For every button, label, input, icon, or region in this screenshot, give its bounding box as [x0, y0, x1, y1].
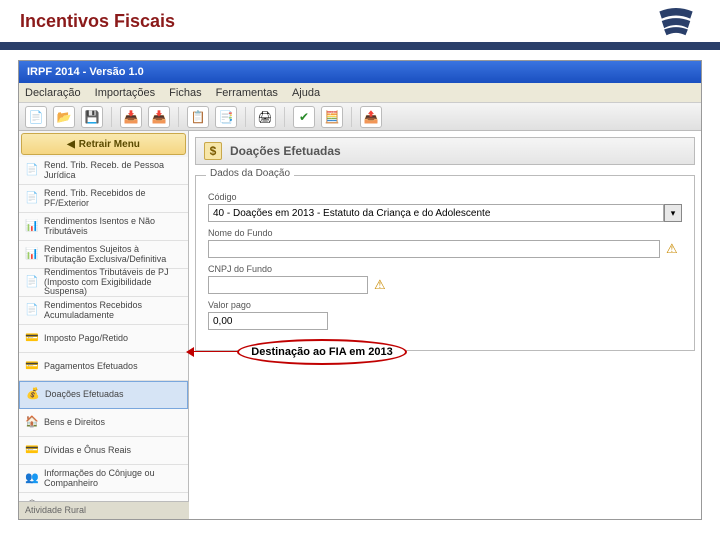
nome-fundo-input[interactable] — [208, 240, 660, 258]
panel-header: $ Doações Efetuadas — [195, 137, 695, 165]
sidebar-item[interactable]: 💳 Imposto Pago/Retido — [19, 325, 188, 353]
menu-declaracao[interactable]: Declaração — [25, 87, 81, 99]
send-icon[interactable]: 📤 — [360, 106, 382, 128]
sidebar-item-label: Rend. Trib. Recebidos de PF/Exterior — [44, 189, 182, 208]
sidebar-item[interactable]: 📊 Rendimentos Sujeitos à Tributação Exclu… — [19, 241, 188, 269]
sidebar-item-icon: 💳 — [25, 360, 39, 374]
check-icon[interactable]: ✔ — [293, 106, 315, 128]
cnpj-input[interactable] — [208, 276, 368, 294]
sidebar-item-icon: 📊 — [25, 248, 39, 262]
print-icon[interactable]: 🖨 — [254, 106, 276, 128]
doc-icon[interactable]: 📋 — [187, 106, 209, 128]
main-panel: $ Doações Efetuadas Dados da Doação Códi… — [189, 131, 701, 519]
sidebar-item-label: Bens e Direitos — [44, 418, 105, 427]
collapse-menu-button[interactable]: ◀ Retrair Menu — [21, 133, 186, 155]
receita-federal-logo — [652, 2, 700, 40]
sidebar-item-icon: 📊 — [25, 220, 39, 234]
sidebar: ◀ Retrair Menu 📄 Rend. Trib. Receb. de Pe… — [19, 131, 189, 519]
sidebar-item-icon: 📄 — [25, 276, 39, 290]
sidebar-item-icon: 💳 — [25, 332, 39, 346]
panel-title: Doações Efetuadas — [230, 144, 341, 158]
sidebar-item[interactable]: 💳 Dívidas e Ônus Reais — [19, 437, 188, 465]
window-title: IRPF 2014 - Versão 1.0 — [27, 66, 144, 78]
sidebar-item[interactable]: 📊 Rendimentos Isentos e Não Tributáveis — [19, 213, 188, 241]
sidebar-item-icon: 📄 — [25, 192, 39, 206]
sidebar-item[interactable]: 👥 Informações do Cônjuge ou Companheiro — [19, 465, 188, 493]
group-legend: Dados da Doação — [206, 168, 294, 179]
cnpj-label: CNPJ do Fundo — [208, 264, 682, 274]
toolbar: 📄 📂 💾 📥 📥 📋 📑 🖨 ✔ 🧮 📤 — [19, 103, 701, 131]
valor-label: Valor pago — [208, 300, 682, 310]
sidebar-item[interactable]: 🏠 Bens e Direitos — [19, 409, 188, 437]
sidebar-item-label: Informações do Cônjuge ou Companheiro — [44, 469, 182, 488]
open-icon[interactable]: 📂 — [53, 106, 75, 128]
menu-fichas[interactable]: Fichas — [169, 87, 201, 99]
sidebar-item-icon: 💳 — [25, 444, 39, 458]
sidebar-item[interactable]: 💰 Doações Efetuadas — [19, 381, 188, 409]
sidebar-item-icon: 🏠 — [25, 416, 39, 430]
sidebar-item[interactable]: 📄 Rendimentos Recebidos Acumuladamente — [19, 297, 188, 325]
save-icon[interactable]: 💾 — [81, 106, 103, 128]
warning-icon: ⚠ — [374, 277, 390, 293]
codigo-select[interactable]: 40 - Doações em 2013 - Estatuto da Crian… — [208, 204, 664, 222]
sidebar-item-icon: 📄 — [25, 164, 39, 178]
menubar: Declaração Importações Fichas Ferramenta… — [19, 83, 701, 103]
sidebar-item-label: Pagamentos Efetuados — [44, 362, 138, 371]
codigo-label: Código — [208, 192, 682, 202]
callout-arrow — [181, 351, 241, 353]
sidebar-item-label: Rendimentos Recebidos Acumuladamente — [44, 301, 182, 320]
menu-ajuda[interactable]: Ajuda — [292, 87, 320, 99]
new-icon[interactable]: 📄 — [25, 106, 47, 128]
sidebar-item-icon: 📄 — [25, 304, 39, 318]
sidebar-item[interactable]: 📄 Rend. Trib. Receb. de Pessoa Jurídica — [19, 157, 188, 185]
warning-icon: ⚠ — [666, 241, 682, 257]
sidebar-item-icon: 💰 — [26, 388, 40, 402]
sidebar-item-icon: 👥 — [25, 472, 39, 486]
import1-icon[interactable]: 📥 — [120, 106, 142, 128]
window-titlebar: IRPF 2014 - Versão 1.0 — [19, 61, 701, 83]
sidebar-item-label: Rend. Trib. Receb. de Pessoa Jurídica — [44, 161, 182, 180]
sidebar-item[interactable]: 💳 Pagamentos Efetuados — [19, 353, 188, 381]
menu-ferramentas[interactable]: Ferramentas — [216, 87, 278, 99]
sidebar-item-label: Rendimentos Sujeitos à Tributação Exclus… — [44, 245, 182, 264]
dados-doacao-group: Dados da Doação Código 40 - Doações em 2… — [195, 175, 695, 351]
menu-importacoes[interactable]: Importações — [95, 87, 156, 99]
chevron-left-icon: ◀ — [67, 139, 75, 150]
sidebar-bottom-item[interactable]: Atividade Rural — [19, 501, 189, 519]
sidebar-item[interactable]: 📄 Rendimentos Tributáveis de PJ (Imposto … — [19, 269, 188, 297]
callout-text: Destinação ao FIA em 2013 — [251, 346, 392, 358]
slide-title: Incentivos Fiscais — [20, 11, 175, 32]
sidebar-item-label: Rendimentos Isentos e Não Tributáveis — [44, 217, 182, 236]
sidebar-item-label: Doações Efetuadas — [45, 390, 124, 399]
import2-icon[interactable]: 📥 — [148, 106, 170, 128]
chevron-down-icon[interactable]: ▾ — [664, 204, 682, 222]
sidebar-item-label: Rendimentos Tributáveis de PJ (Imposto c… — [44, 268, 182, 296]
app-screenshot: IRPF 2014 - Versão 1.0 Declaração Import… — [18, 60, 702, 520]
list-icon[interactable]: 📑 — [215, 106, 237, 128]
valor-input[interactable]: 0,00 — [208, 312, 328, 330]
sidebar-item-label: Dívidas e Ônus Reais — [44, 446, 131, 455]
nome-fundo-label: Nome do Fundo — [208, 228, 682, 238]
sidebar-item-label: Imposto Pago/Retido — [44, 334, 128, 343]
money-icon: $ — [204, 142, 222, 160]
sidebar-item[interactable]: 📄 Rend. Trib. Recebidos de PF/Exterior — [19, 185, 188, 213]
callout-oval: Destinação ao FIA em 2013 — [237, 339, 407, 365]
calc-icon[interactable]: 🧮 — [321, 106, 343, 128]
